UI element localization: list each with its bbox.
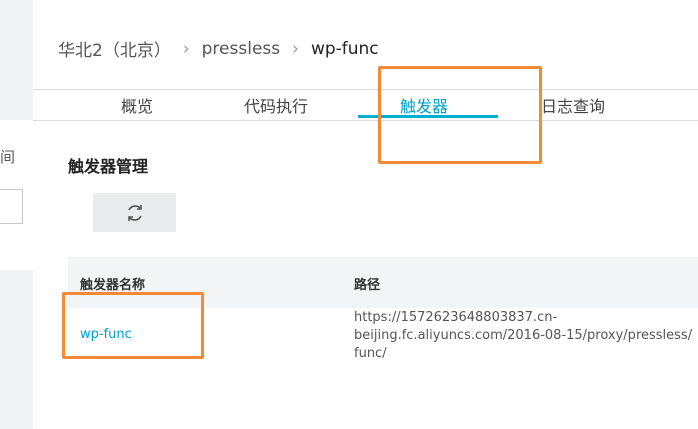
section-title: 触发器管理: [68, 157, 149, 176]
highlight-box-tab: [378, 66, 542, 164]
left-panel-input[interactable]: [0, 189, 23, 224]
column-header-name: 触发器名称: [80, 278, 146, 293]
refresh-button[interactable]: [93, 193, 176, 232]
breadcrumb-region[interactable]: 华北2（北京）: [58, 36, 171, 61]
column-header-path: 路径: [354, 278, 381, 293]
trigger-path: https://1572623648803837.cn- beijing.fc.…: [354, 310, 693, 361]
breadcrumb: 华北2（北京） › pressless › wp-func: [58, 36, 379, 62]
chevron-right-icon: ›: [292, 38, 299, 59]
breadcrumb-function: wp-func: [310, 38, 379, 59]
breadcrumb-service[interactable]: pressless: [202, 39, 280, 59]
tab-log-query[interactable]: 日志查询: [541, 93, 605, 117]
highlight-box-trigger: [62, 292, 204, 359]
refresh-icon: [127, 204, 142, 221]
chevron-right-icon: ›: [182, 38, 190, 59]
tab-overview[interactable]: 概览: [121, 93, 153, 117]
tab-code-execution[interactable]: 代码执行: [244, 93, 308, 117]
left-panel-text: 间: [0, 148, 16, 166]
left-panel-card-2: [0, 226, 33, 270]
